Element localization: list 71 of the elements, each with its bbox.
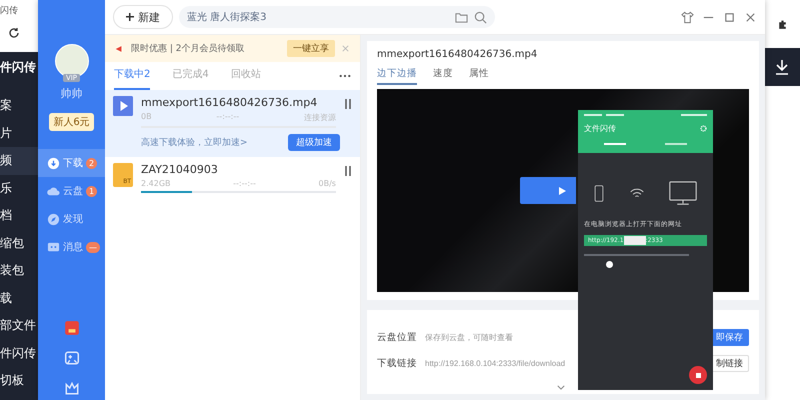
browser-tab-title[interactable]: 闪传 [0,4,40,17]
gift-icon[interactable] [64,320,80,336]
more-icon[interactable] [339,74,351,78]
field-label: 下载链接 [377,356,417,370]
tab[interactable]: 边下边播 [377,67,417,85]
wifi-icon [628,188,644,199]
app-title: 文件闪传 [584,122,616,134]
maximize-icon[interactable] [723,10,736,24]
cloud-icon [47,184,60,198]
sidebar-item[interactable]: 乐 [0,174,40,202]
sidebar-item[interactable]: 装包 [0,257,40,284]
tab[interactable]: 属性 [469,67,489,85]
redaction-block [624,236,646,245]
sidebar-item[interactable]: 片 [0,120,40,147]
site-title: 件闪传 [0,59,37,76]
search-field[interactable]: 蓝光 唐人街探案3 [179,6,495,28]
sidebar-item[interactable]: 档 [0,202,40,230]
time-remaining: --:--:-- [216,112,240,123]
avatar-icon[interactable] [54,44,88,78]
crown-icon[interactable] [64,380,80,396]
sidebar-item[interactable]: 件闪传 [0,340,40,367]
promo-text: 限时优惠 | 2个月会员待领取 [131,42,246,55]
file-name: ZAY21040903 [141,163,219,176]
file-size: 2.42GB [141,179,170,188]
video-file-icon [113,96,133,116]
tab[interactable]: 速度 [433,67,453,85]
coupon-badge[interactable]: 新人6元 [49,113,94,131]
download-icon[interactable] [774,59,790,75]
sidebar-item[interactable]: 缩包 [0,230,40,257]
settings-icon[interactable] [700,124,707,132]
count-badge: 1 [86,186,98,196]
chevron-down-icon[interactable] [557,385,565,390]
field-value: http://192.168.0.104:2333/file/download [425,358,566,368]
new-button[interactable]: 新建 [113,5,173,29]
close-icon[interactable] [744,10,757,24]
sidebar-item[interactable]: 部文件 [0,312,40,340]
field-value: 保存到云盘，可随时查看 [425,332,513,342]
shirt-icon[interactable] [681,10,694,24]
phone-icon [594,185,604,202]
download-item[interactable]: mmexport1616480426736.mp4 0B --:--:-- 连接资源 高速下载体验，立即加速> 超级加速 [105,90,360,157]
puzzle-icon[interactable] [776,18,788,30]
monitor-icon [669,181,697,206]
claim-button[interactable]: 一键立享 [287,40,335,57]
boost-button[interactable]: 超级加速 [288,134,340,151]
refresh-icon[interactable] [8,27,20,39]
detail-title: mmexport1616480426736.mp4 [377,49,538,60]
download-status: 连接资源 [304,112,336,123]
play-icon [557,186,567,196]
compass-icon [47,212,60,226]
download-status: 0B/s [318,179,336,188]
file-name: mmexport1616480426736.mp4 [141,96,318,109]
sidebar-item[interactable]: 切板 [0,367,40,394]
time-remaining: --:--:-- [233,179,256,188]
pause-icon[interactable] [344,166,352,176]
chat-icon [47,240,60,254]
field-label: 云盘位置 [377,330,417,344]
action-button[interactable]: 制链接 [710,354,749,372]
file-size: 0B [141,112,152,123]
sidebar-item[interactable]: 载 [0,284,40,312]
search-icon[interactable] [474,10,487,24]
user-name: 帅帅 [60,86,82,101]
sidebar-item[interactable]: 案 [0,92,40,120]
action-button[interactable]: 即保存 [710,328,749,346]
download-icon [47,156,60,170]
sidebar-item[interactable]: 频 [0,147,40,174]
toggle-switch[interactable] [606,261,613,268]
folder-icon[interactable] [455,10,468,24]
count-badge: 2 [86,158,98,168]
pause-icon[interactable] [344,99,352,109]
stop-button[interactable] [689,366,707,384]
count-badge: — [86,242,100,252]
